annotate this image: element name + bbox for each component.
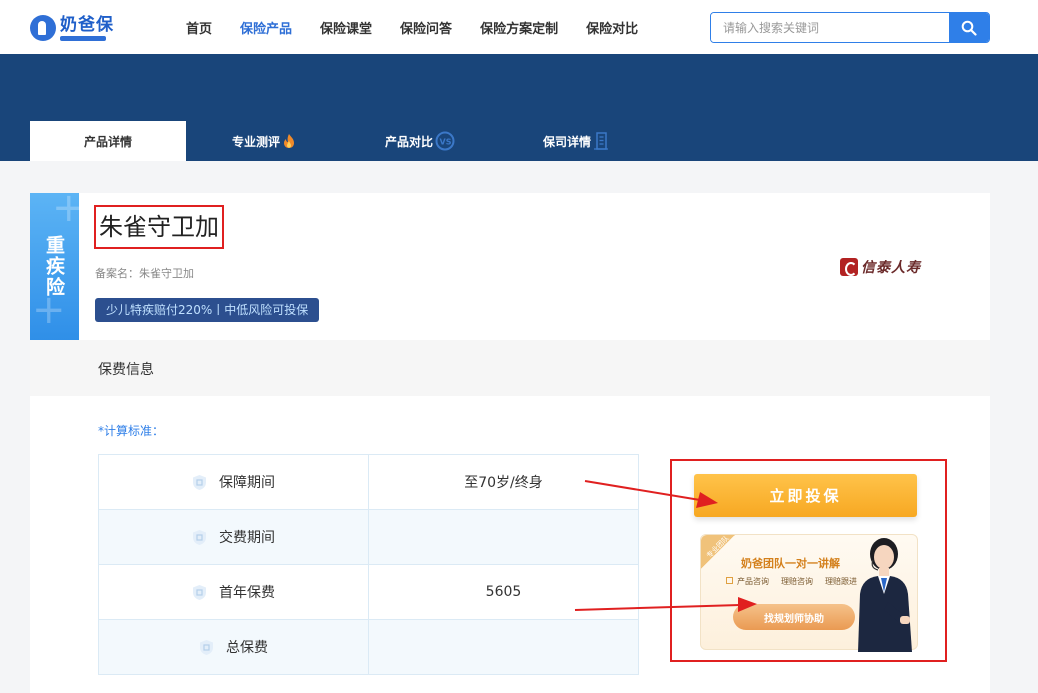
row-label: 交费期间	[219, 530, 275, 546]
logo-name: 奶爸保	[60, 14, 114, 35]
logo-mark-icon	[30, 15, 56, 41]
insurer-logo-icon	[840, 258, 858, 276]
product-type-label: 重疾险	[43, 235, 65, 298]
shield-icon	[192, 584, 207, 601]
consult-item: 理赔咨询	[781, 577, 813, 586]
search-icon	[961, 20, 977, 36]
row-label: 首年保费	[219, 585, 275, 601]
buy-now-button[interactable]: 立即投保	[694, 474, 917, 517]
consult-ribbon: 专业团队	[701, 534, 735, 569]
record-name: 备案名：朱雀守卫加	[95, 267, 194, 280]
row-label: 总保费	[226, 640, 268, 656]
product-title: 朱雀守卫加	[94, 205, 224, 249]
shield-icon	[192, 529, 207, 546]
product-card: 重疾险 朱雀守卫加 备案名：朱雀守卫加 少儿特疾赔付220%丨中低风险可投保 信…	[30, 185, 990, 340]
row-value	[368, 619, 639, 675]
consult-title: 奶爸团队一对一讲解	[741, 557, 840, 570]
nav-compare[interactable]: 保险对比	[586, 18, 638, 37]
nav-qa[interactable]: 保险问答	[400, 18, 452, 37]
logo-subline	[60, 35, 106, 41]
tab-label: 保司详情	[542, 134, 591, 149]
nav-products[interactable]: 保险产品	[240, 18, 292, 37]
tab-product-detail[interactable]: 产品详情	[30, 121, 186, 161]
tab-compare[interactable]: 产品对比 VS	[342, 121, 498, 161]
search-box	[710, 12, 990, 43]
insurer-logo[interactable]: 信泰人寿	[840, 257, 921, 277]
table-row: 首年保费 5605	[98, 564, 639, 620]
premium-section-header: 保费信息	[30, 340, 990, 396]
site-logo[interactable]: 奶爸保	[30, 12, 114, 44]
product-tagline: 少儿特疾赔付220%丨中低风险可投保	[95, 298, 320, 322]
table-row: 保障期间 至70岁/终身	[98, 454, 639, 510]
calc-standard-label: *计算标准：	[98, 424, 165, 438]
tab-company[interactable]: 保司详情	[498, 121, 654, 161]
vs-icon: VS	[435, 131, 455, 151]
find-planner-button[interactable]: 找规划师协助	[733, 604, 855, 630]
nav-class[interactable]: 保险课堂	[320, 18, 372, 37]
table-row: 总保费	[98, 619, 639, 675]
insurer-logo-text: 信泰人寿	[861, 260, 921, 276]
search-input[interactable]	[711, 13, 949, 42]
row-value: 5605	[368, 564, 639, 620]
building-icon	[593, 132, 609, 150]
section-title: 保费信息	[98, 362, 154, 378]
ribbon-label: 专业团队	[705, 534, 731, 560]
tab-label: 产品对比	[384, 134, 433, 149]
nav-home[interactable]: 首页	[186, 18, 212, 37]
consult-item: 产品咨询	[737, 577, 769, 586]
shield-icon	[199, 639, 214, 656]
top-header: 奶爸保 首页 保险产品 保险课堂 保险问答 保险方案定制 保险对比	[0, 0, 1038, 54]
detail-tabs: 产品详情 专业测评 产品对比 VS 保司详情	[30, 121, 654, 161]
row-label: 保障期间	[219, 475, 275, 491]
svg-text:VS: VS	[440, 138, 452, 147]
row-value: 至70岁/终身	[368, 454, 639, 510]
fire-icon	[282, 133, 296, 149]
product-type-strip: 重疾险	[30, 185, 86, 340]
tab-label: 产品详情	[83, 134, 132, 149]
search-button[interactable]	[949, 13, 989, 42]
row-value[interactable]	[368, 509, 639, 565]
checkbox-icon	[726, 577, 733, 584]
nav-custom-plan[interactable]: 保险方案定制	[480, 18, 558, 37]
tab-review[interactable]: 专业测评	[186, 121, 342, 161]
table-row: 交费期间	[98, 509, 639, 565]
consultant-illustration-icon	[858, 538, 912, 652]
hero-banner: 产品详情 专业测评 产品对比 VS 保司详情	[0, 54, 1038, 161]
main-nav: 首页 保险产品 保险课堂 保险问答 保险方案定制 保险对比	[186, 0, 666, 54]
premium-table: 保障期间 至70岁/终身 交费期间 首年保费 5605 总保费	[98, 454, 639, 675]
tab-label: 专业测评	[231, 134, 280, 149]
shield-icon	[192, 474, 207, 491]
